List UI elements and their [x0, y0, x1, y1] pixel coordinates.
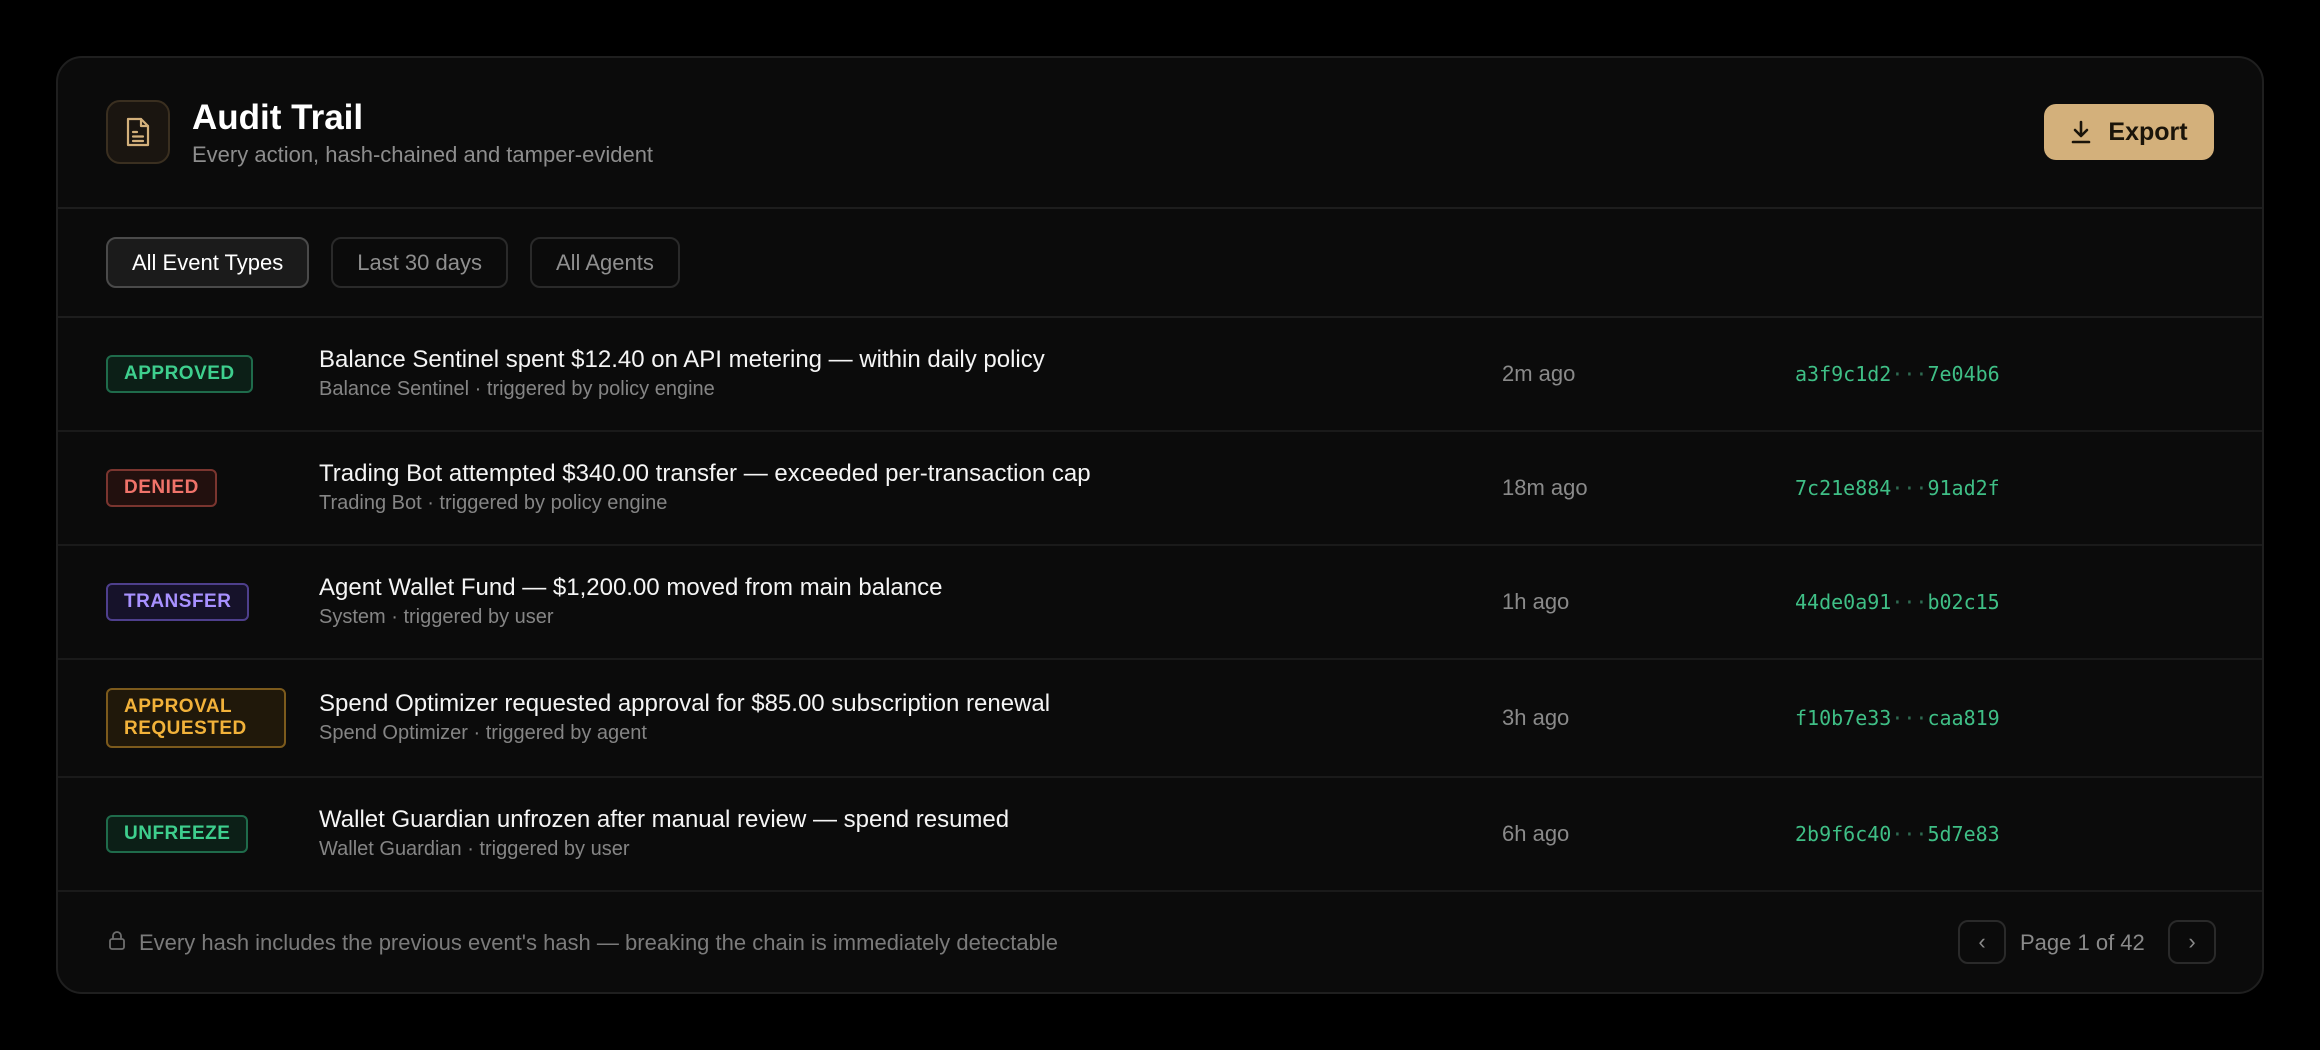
event-time: 2m ago	[1502, 361, 1576, 386]
filter-event-types[interactable]: All Event Types	[106, 237, 310, 288]
status-badge: TRANSFER	[106, 583, 250, 621]
status-badge: APPROVAL REQUESTED	[106, 688, 286, 748]
chain-integrity-note: Every hash includes the previous event's…	[139, 930, 1058, 955]
chevron-right-icon: ›	[2188, 929, 2196, 954]
lock-icon	[109, 931, 125, 950]
hash-end: 7e04b6	[1927, 362, 2000, 386]
export-label: Export	[2108, 117, 2188, 146]
filter-agents[interactable]: All Agents	[529, 237, 680, 288]
event-hash[interactable]: 2b9f6c40···5d7e83	[1795, 822, 2000, 846]
event-row[interactable]: DENIED Trading Bot attempted $340.00 tra…	[58, 432, 2262, 546]
hash-separator: ···	[1891, 822, 1928, 846]
page-title: Audit Trail	[192, 98, 364, 137]
page-indicator: Page 1 of 42	[2020, 930, 2145, 955]
card-footer: Every hash includes the previous event's…	[58, 892, 2262, 992]
hash-separator: ···	[1891, 590, 1928, 614]
hash-end: b02c15	[1927, 590, 2000, 614]
next-page-button[interactable]: ›	[2168, 920, 2216, 964]
event-title: Spend Optimizer requested approval for $…	[319, 690, 1051, 717]
event-time: 3h ago	[1502, 705, 1570, 730]
event-title: Agent Wallet Fund — $1,200.00 moved from…	[319, 574, 943, 601]
hash-start: 44de0a91	[1795, 590, 1892, 614]
event-time: 18m ago	[1502, 475, 1588, 500]
filter-bar: All Event Types Last 30 days All Agents	[58, 209, 2262, 318]
hash-end: caa819	[1927, 706, 2000, 730]
event-row[interactable]: APPROVED Balance Sentinel spent $12.40 o…	[58, 318, 2262, 432]
event-subtitle: Trading Bot · triggered by policy engine	[319, 492, 668, 514]
audit-trail-card: Audit Trail Every action, hash-chained a…	[56, 56, 2264, 994]
event-subtitle: System · triggered by user	[319, 606, 554, 628]
chevron-left-icon: ‹	[1978, 929, 1986, 954]
status-badge: DENIED	[106, 469, 217, 507]
hash-start: f10b7e33	[1795, 706, 1892, 730]
event-subtitle: Wallet Guardian · triggered by user	[319, 838, 630, 860]
event-row[interactable]: APPROVAL REQUESTED Spend Optimizer reque…	[58, 660, 2262, 778]
event-subtitle: Spend Optimizer · triggered by agent	[319, 722, 647, 744]
status-badge: UNFREEZE	[106, 815, 249, 853]
event-time: 6h ago	[1502, 821, 1570, 846]
hash-end: 91ad2f	[1927, 476, 2000, 500]
event-row[interactable]: TRANSFER Agent Wallet Fund — $1,200.00 m…	[58, 546, 2262, 660]
event-subtitle: Balance Sentinel · triggered by policy e…	[319, 378, 715, 400]
event-row[interactable]: UNFREEZE Wallet Guardian unfrozen after …	[58, 778, 2262, 892]
event-title: Balance Sentinel spent $12.40 on API met…	[319, 346, 1045, 373]
hash-separator: ···	[1891, 476, 1928, 500]
hash-end: 5d7e83	[1927, 822, 2000, 846]
event-title: Wallet Guardian unfrozen after manual re…	[319, 806, 1010, 833]
event-hash[interactable]: f10b7e33···caa819	[1795, 706, 2000, 730]
hash-separator: ···	[1891, 706, 1928, 730]
hash-start: 2b9f6c40	[1795, 822, 1892, 846]
event-hash[interactable]: 44de0a91···b02c15	[1795, 590, 2000, 614]
page-subtitle: Every action, hash-chained and tamper-ev…	[192, 142, 654, 167]
hash-start: a3f9c1d2	[1795, 362, 1892, 386]
event-time: 1h ago	[1502, 589, 1570, 614]
filter-date-range[interactable]: Last 30 days	[331, 237, 508, 288]
hash-separator: ···	[1891, 362, 1928, 386]
status-badge: APPROVED	[106, 355, 253, 393]
event-title: Trading Bot attempted $340.00 transfer —…	[319, 460, 1091, 487]
event-hash[interactable]: a3f9c1d2···7e04b6	[1795, 362, 2000, 386]
document-icon	[106, 100, 170, 164]
export-button[interactable]: Export	[2044, 104, 2214, 160]
card-header: Audit Trail Every action, hash-chained a…	[58, 58, 2262, 209]
download-icon	[2072, 120, 2091, 144]
hash-start: 7c21e884	[1795, 476, 1892, 500]
event-hash[interactable]: 7c21e884···91ad2f	[1795, 476, 2000, 500]
prev-page-button[interactable]: ‹	[1958, 920, 2006, 964]
